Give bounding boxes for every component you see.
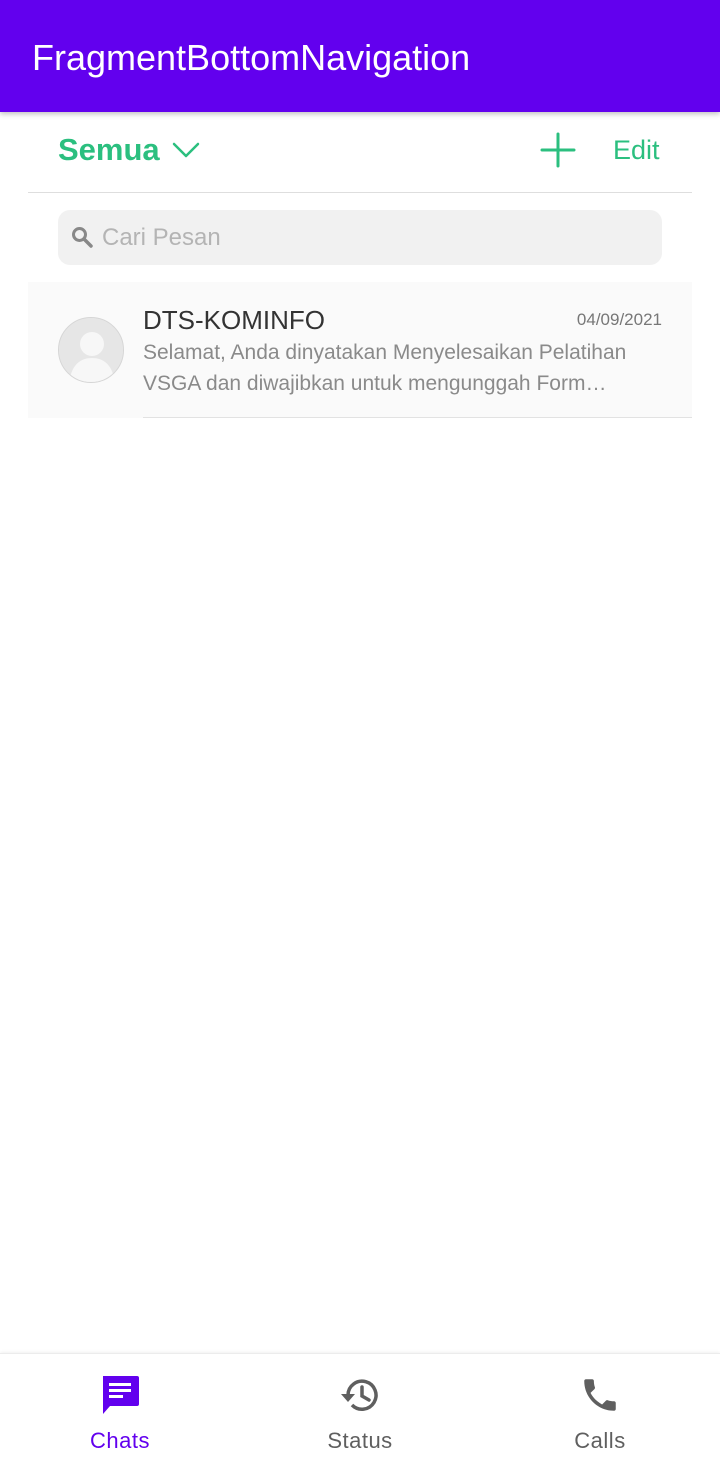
history-icon	[341, 1379, 378, 1411]
filter-label: Semua	[58, 132, 160, 167]
app-bar: FragmentBottomNavigation	[0, 0, 720, 112]
chat-message-preview: Selamat, Anda dinyatakan Menyelesaikan P…	[143, 341, 627, 395]
plus-icon[interactable]	[540, 132, 576, 168]
divider	[143, 417, 692, 418]
nav-label-chats: Chats	[90, 1428, 150, 1453]
chevron-down-icon	[172, 142, 199, 158]
nav-item-chats[interactable]: Chats	[0, 1354, 240, 1467]
nav-label-status: Status	[327, 1428, 393, 1453]
bottom-navigation: Chats Status Calls	[0, 1353, 720, 1467]
chat-date: 04/09/2021	[576, 310, 662, 329]
app-screen: FragmentBottomNavigation Semua Edit Cari…	[0, 0, 720, 1467]
nav-item-status[interactable]: Status	[240, 1354, 480, 1467]
chat-list-header: Semua Edit	[28, 112, 692, 193]
nav-label-calls: Calls	[574, 1428, 626, 1453]
filter-dropdown[interactable]: Semua	[58, 130, 200, 170]
search-input[interactable]	[102, 210, 642, 265]
edit-button[interactable]: Edit	[613, 130, 660, 170]
chat-contact-name: DTS-KOMINFO	[143, 305, 325, 335]
phone-icon	[584, 1379, 616, 1411]
search-icon	[72, 227, 93, 248]
chat-icon	[103, 1376, 139, 1414]
search-bar	[58, 210, 662, 265]
app-title: FragmentBottomNavigation	[32, 37, 471, 78]
chat-list-item[interactable]: DTS-KOMINFO 04/09/2021 Selamat, Anda din…	[28, 282, 692, 418]
default-avatar-icon	[58, 317, 124, 383]
nav-item-calls[interactable]: Calls	[480, 1354, 720, 1467]
